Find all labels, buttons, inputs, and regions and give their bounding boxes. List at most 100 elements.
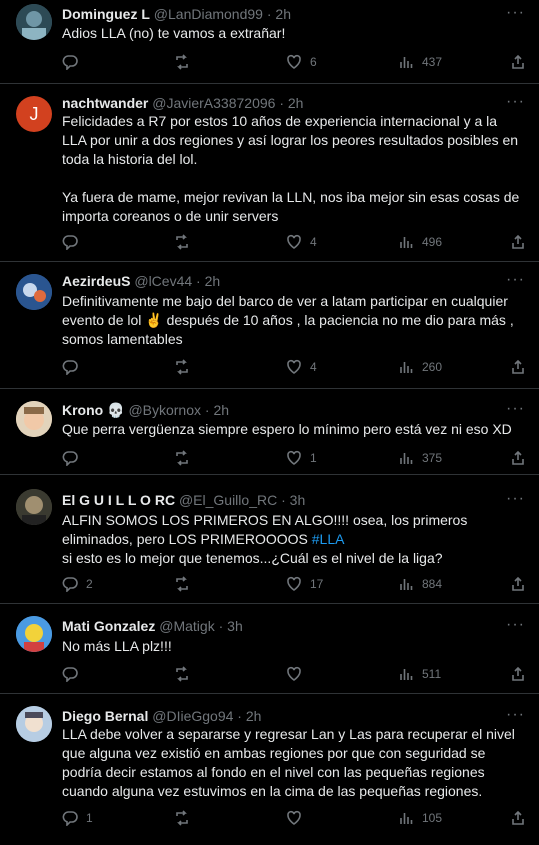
- avatar[interactable]: [16, 616, 52, 652]
- timestamp[interactable]: 2h: [275, 6, 291, 22]
- author-handle[interactable]: @DIieGgo94: [152, 708, 233, 724]
- avatar[interactable]: [16, 489, 52, 525]
- timestamp[interactable]: 2h: [213, 402, 229, 418]
- retweet-button[interactable]: [174, 54, 190, 70]
- reply-button[interactable]: 2: [62, 576, 93, 592]
- timestamp[interactable]: 2h: [288, 95, 304, 111]
- like-button[interactable]: [286, 810, 302, 826]
- like-button[interactable]: [286, 666, 302, 682]
- view-count: 375: [422, 451, 443, 465]
- views-icon: [400, 453, 413, 464]
- author-name[interactable]: AezirdeuS: [62, 273, 130, 289]
- tweet[interactable]: J nachtwander @JavierA33872096 · 2h ··· …: [0, 84, 539, 262]
- reply-button[interactable]: [62, 450, 78, 466]
- more-options-icon[interactable]: ···: [506, 5, 525, 21]
- views-button[interactable]: 511: [398, 666, 441, 682]
- share-button[interactable]: [510, 450, 526, 466]
- share-button[interactable]: [510, 666, 526, 682]
- like-button[interactable]: 6: [286, 54, 317, 70]
- tweet[interactable]: Mati Gonzalez @Matigk · 3h ··· No más LL…: [0, 604, 539, 694]
- avatar[interactable]: [16, 274, 52, 310]
- share-button[interactable]: [510, 54, 526, 70]
- author-handle[interactable]: @Matigk: [159, 618, 214, 634]
- views-button[interactable]: 884: [398, 576, 442, 592]
- views-button[interactable]: 496: [398, 234, 442, 250]
- more-options-icon[interactable]: ···: [506, 94, 525, 110]
- reply-button[interactable]: [62, 234, 78, 250]
- author-name[interactable]: Krono 💀: [62, 402, 125, 418]
- tweet[interactable]: Krono 💀 @Bykornox · 2h ··· Que perra ver…: [0, 389, 539, 475]
- views-button[interactable]: 375: [398, 450, 442, 466]
- timestamp[interactable]: 2h: [246, 708, 262, 724]
- more-options-icon[interactable]: ···: [506, 401, 525, 417]
- share-button[interactable]: [510, 576, 526, 592]
- reply-icon: [62, 811, 78, 826]
- more-options-icon[interactable]: ···: [506, 272, 525, 288]
- retweet-button[interactable]: [174, 234, 190, 250]
- reply-button[interactable]: [62, 359, 78, 375]
- retweet-button[interactable]: [174, 666, 190, 682]
- heart-icon: [287, 450, 301, 465]
- tweet-header: Dominguez L @LanDiamond99 · 2h: [62, 6, 291, 22]
- author-handle[interactable]: @El_Guillo_RC: [179, 492, 277, 508]
- reply-button[interactable]: [62, 666, 78, 682]
- reply-button[interactable]: 1: [62, 810, 93, 826]
- like-button[interactable]: 4: [286, 234, 317, 250]
- like-count: 6: [310, 55, 317, 69]
- views-icon: [400, 237, 413, 248]
- views-button[interactable]: 105: [398, 810, 442, 826]
- avatar[interactable]: [16, 706, 52, 742]
- author-name[interactable]: El G U I L L O RC: [62, 492, 175, 508]
- retweet-button[interactable]: [174, 450, 190, 466]
- views-icon: [400, 813, 413, 824]
- like-button[interactable]: 4: [286, 359, 317, 375]
- retweet-icon: [176, 234, 188, 250]
- reply-button[interactable]: [62, 54, 78, 70]
- like-button[interactable]: 17: [286, 576, 323, 592]
- action-bar: 1 375: [62, 450, 528, 468]
- tweet-header: nachtwander @JavierA33872096 · 2h: [62, 95, 304, 111]
- views-icon: [400, 362, 413, 373]
- heart-icon: [287, 666, 301, 681]
- author-handle[interactable]: @JavierA33872096: [152, 95, 275, 111]
- tweet[interactable]: Dominguez L @LanDiamond99 · 2h ··· Adios…: [0, 0, 539, 84]
- author-name[interactable]: nachtwander: [62, 95, 148, 111]
- timestamp[interactable]: 3h: [227, 618, 243, 634]
- retweet-button[interactable]: [174, 359, 190, 375]
- retweet-button[interactable]: [174, 810, 190, 826]
- more-options-icon[interactable]: ···: [506, 617, 525, 633]
- timestamp[interactable]: 3h: [290, 492, 306, 508]
- author-handle[interactable]: @LanDiamond99: [154, 6, 263, 22]
- author-handle[interactable]: @lCev44: [134, 273, 192, 289]
- reply-count: 1: [86, 811, 93, 825]
- view-count: 105: [422, 811, 443, 825]
- avatar[interactable]: J: [16, 96, 52, 132]
- hashtag-link[interactable]: #LLA: [312, 531, 345, 547]
- tweet-text: Felicidades a R7 por estos 10 años de ex…: [62, 113, 520, 224]
- author-name[interactable]: Dominguez L: [62, 6, 150, 22]
- like-button[interactable]: 1: [286, 450, 317, 466]
- share-button[interactable]: [510, 359, 526, 375]
- tweet[interactable]: Diego Bernal @DIieGgo94 · 2h ··· LLA deb…: [0, 694, 539, 845]
- author-handle[interactable]: @Bykornox: [128, 402, 201, 418]
- avatar[interactable]: [16, 4, 52, 40]
- author-name[interactable]: Mati Gonzalez: [62, 618, 155, 634]
- tweet[interactable]: El G U I L L O RC @El_Guillo_RC · 3h ···…: [0, 475, 539, 604]
- more-options-icon[interactable]: ···: [506, 707, 525, 723]
- views-button[interactable]: 437: [398, 54, 442, 70]
- share-button[interactable]: [510, 810, 526, 826]
- timestamp[interactable]: 2h: [205, 273, 221, 289]
- share-button[interactable]: [510, 234, 526, 250]
- retweet-icon: [176, 810, 188, 826]
- avatar[interactable]: [16, 401, 52, 437]
- retweet-button[interactable]: [174, 576, 190, 592]
- more-options-icon[interactable]: ···: [506, 491, 525, 507]
- tweet-text: Definitivamente me bajo del barco de ver…: [62, 293, 514, 347]
- share-icon: [512, 450, 524, 465]
- author-name[interactable]: Diego Bernal: [62, 708, 148, 724]
- reply-icon: [62, 55, 78, 70]
- reply-icon: [62, 235, 78, 250]
- views-button[interactable]: 260: [398, 359, 442, 375]
- tweet[interactable]: AezirdeuS @lCev44 · 2h ··· Definitivamen…: [0, 262, 539, 389]
- action-bar: 511: [62, 666, 528, 684]
